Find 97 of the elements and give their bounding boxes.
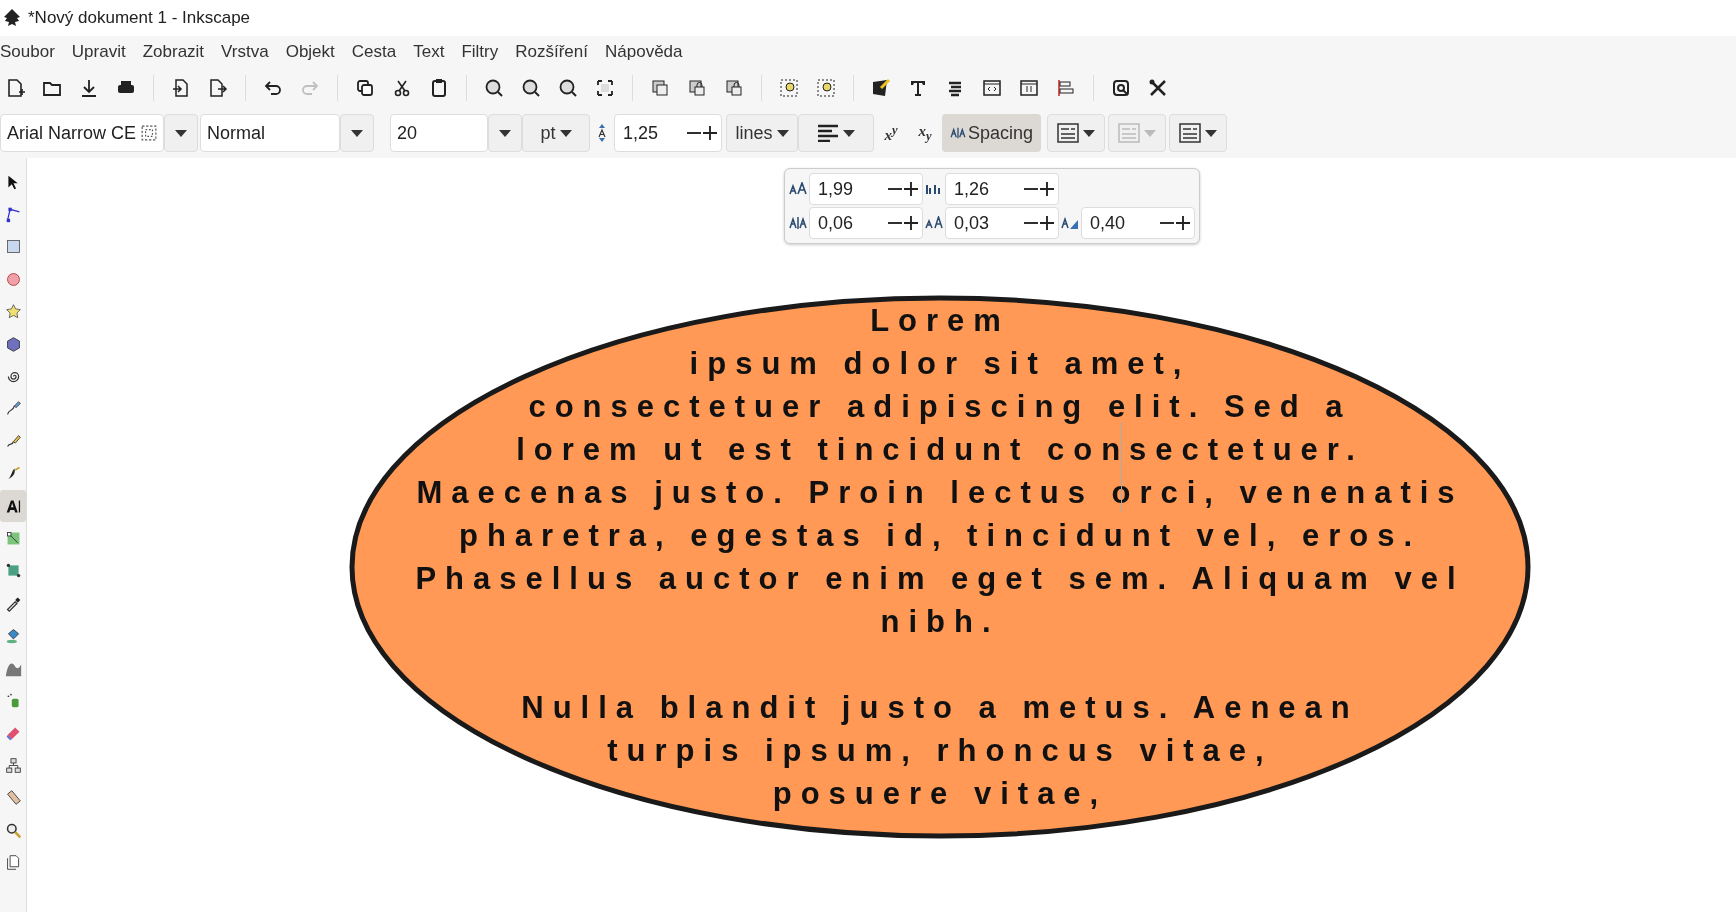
dropdown-button[interactable] — [164, 114, 198, 152]
zoom-icon[interactable] — [484, 78, 504, 98]
align-bars-icon[interactable] — [1056, 78, 1076, 98]
paint-bucket-icon — [4, 627, 22, 645]
magnifier-frame-icon[interactable] — [816, 78, 836, 98]
plus-icon[interactable] — [1040, 182, 1054, 196]
text-line: Phasellus auctor enim eget sem. Aliquam vel — [415, 560, 1465, 598]
menu-item[interactable]: Text — [413, 42, 445, 62]
menu-item[interactable]: Rozšíření — [515, 42, 588, 62]
spacing-field[interactable]: 0,06 — [809, 207, 923, 239]
ruler-icon — [4, 789, 22, 807]
undo-icon[interactable] — [263, 78, 283, 98]
spacing-field[interactable]: 1,26 — [945, 173, 1059, 205]
text-line: nibh. — [880, 603, 1000, 641]
alignment-dropdown[interactable] — [798, 114, 874, 152]
app-logo-icon — [2, 8, 22, 28]
stacked-squares-icon[interactable] — [650, 78, 670, 98]
text-line: posuere vitae, — [772, 775, 1108, 813]
text-line: pharetra, egestas id, tincidunt vel, eros. — [459, 517, 1421, 555]
magnifier-frame-icon[interactable] — [779, 78, 799, 98]
menu-item[interactable]: Vrstva — [221, 42, 269, 62]
lock-squares-icon[interactable] — [724, 78, 744, 98]
line-height-field[interactable]: 1,25 — [614, 114, 722, 152]
plus-icon[interactable] — [904, 216, 918, 230]
menu-item[interactable]: Filtry — [461, 42, 499, 62]
duplicate-icon[interactable] — [355, 78, 375, 98]
text-line: Nulla blandit justo a metus. Aenean — [521, 689, 1359, 727]
rectangle-icon — [4, 238, 22, 256]
letter-spacing-icon — [950, 127, 966, 139]
font-size-field[interactable]: 20 — [390, 114, 488, 152]
line-height-icon — [596, 123, 608, 143]
menu-item[interactable]: Upravit — [71, 42, 126, 62]
dropdown-button[interactable] — [340, 114, 374, 152]
dropdown-button[interactable] — [488, 114, 522, 152]
plus-icon[interactable] — [703, 126, 717, 140]
wrench-icon[interactable] — [1148, 78, 1168, 98]
pages-icon — [4, 853, 22, 871]
window-title: *Nový dokument 1 - Inkscape — [28, 8, 251, 28]
superscript-button[interactable]: x$^{y}$ — [874, 114, 908, 152]
plus-icon[interactable] — [904, 182, 918, 196]
word-spacing-icon — [925, 216, 943, 230]
circle-icon — [4, 270, 22, 288]
unit-dropdown[interactable]: pt — [522, 114, 590, 152]
lock-squares-icon[interactable] — [687, 78, 707, 98]
text-line: turpis ipsum, rhoncus vitae, — [607, 732, 1273, 770]
text-icon[interactable] — [908, 78, 928, 98]
font-style-field[interactable]: Normal — [200, 114, 340, 152]
selection-icon[interactable] — [141, 125, 157, 141]
plus-icon[interactable] — [1040, 216, 1054, 230]
plus-icon[interactable] — [1176, 216, 1190, 230]
pencil-icon — [4, 432, 22, 450]
cube-icon — [4, 335, 22, 353]
fit-frame-icon[interactable] — [595, 78, 615, 98]
spacing-field[interactable]: 0,03 — [945, 207, 1059, 239]
subscript-button[interactable]: x$_{y}$ — [908, 114, 942, 152]
menu-item[interactable]: Soubor — [0, 42, 55, 62]
text-line: Maecenas justo. Proin lectus orci, venenatis — [416, 474, 1464, 512]
text-direction-icon — [1057, 123, 1080, 143]
connector-icon — [4, 756, 22, 774]
menu-item[interactable]: Zobrazit — [142, 42, 205, 62]
spacing-button[interactable]: Spacing — [942, 114, 1042, 152]
node-path-icon — [4, 206, 22, 224]
pen-nib-icon[interactable] — [871, 78, 891, 98]
menu-item[interactable]: Objekt — [285, 42, 335, 62]
text-line: consectetuer adipiscing elit. Sed a — [528, 388, 1352, 426]
align-left-icon — [817, 124, 839, 142]
preferences-icon[interactable] — [1111, 78, 1131, 98]
spacing-field[interactable]: 0,40 — [1081, 207, 1195, 239]
star-icon — [4, 303, 22, 321]
download-icon[interactable] — [79, 78, 99, 98]
text-direction-icon — [1179, 123, 1202, 143]
new-document-icon[interactable] — [5, 78, 25, 98]
menu-item[interactable]: Cesta — [351, 42, 397, 62]
window-panel-icon[interactable] — [1019, 78, 1039, 98]
zoom-icon — [4, 821, 22, 839]
text-line: Lorem — [870, 302, 1010, 340]
line-height-unit-dropdown[interactable]: lines — [726, 114, 798, 152]
letter-spacing-icon — [789, 216, 807, 230]
text-line: lorem ut est tincidunt consectetuer. — [516, 431, 1364, 469]
text-line: ipsum dolor sit amet, — [689, 345, 1191, 383]
text-mode-dropdown[interactable] — [1169, 114, 1228, 152]
clipboard-icon[interactable] — [429, 78, 449, 98]
gradient-icon — [4, 530, 22, 547]
letter-rotation-icon — [1061, 216, 1079, 230]
code-window-icon[interactable] — [982, 78, 1002, 98]
zoom-icon[interactable] — [558, 78, 578, 98]
vertical-text-icon — [1118, 123, 1141, 143]
text-mode-dropdown[interactable] — [1047, 114, 1106, 152]
font-family-field[interactable]: Arial Narrow CE — [0, 114, 164, 152]
scissors-icon[interactable] — [392, 78, 412, 98]
tool-button[interactable] — [0, 489, 26, 523]
menu-item[interactable]: Nápověda — [605, 42, 683, 62]
spacing-field[interactable]: 1,99 — [809, 173, 923, 205]
zoom-icon[interactable] — [521, 78, 541, 98]
import-icon[interactable] — [171, 78, 191, 98]
mesh-icon — [4, 562, 22, 580]
export-icon[interactable] — [208, 78, 228, 98]
